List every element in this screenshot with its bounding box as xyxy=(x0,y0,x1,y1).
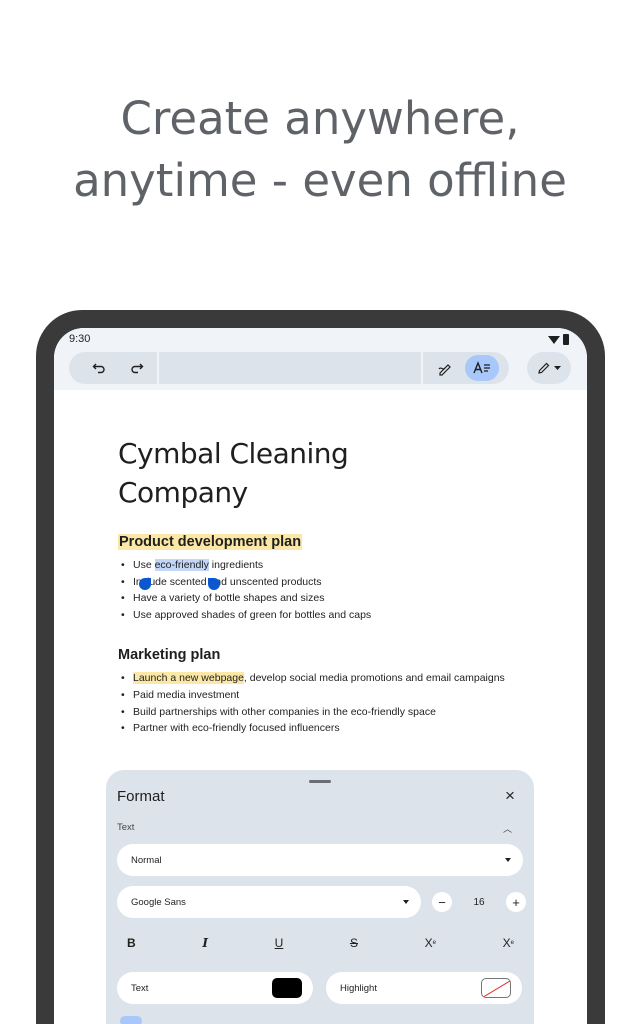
text-style-buttons: B I U S Xe Xe xyxy=(117,934,523,952)
font-family-dropdown[interactable]: Google Sans xyxy=(117,886,421,918)
undo-redo-group xyxy=(69,352,159,384)
toolbar-empty-area xyxy=(159,352,423,384)
highlight-color-button[interactable]: Highlight xyxy=(326,972,522,1004)
chevron-down-icon xyxy=(554,365,561,370)
list-item: Launch a new webpage, develop social med… xyxy=(118,670,587,687)
superscript-glyph: X xyxy=(424,936,433,950)
list-item-text: Use xyxy=(133,559,155,571)
selection-handle-start[interactable] xyxy=(139,578,151,590)
tablet-screen: 9:30 Cymbal Cleaning Company Product dev… xyxy=(54,328,587,1024)
paragraph-style-value: Normal xyxy=(131,854,162,866)
subscript-glyph: X xyxy=(502,936,511,950)
list-item: Paid media investment xyxy=(118,687,587,704)
decrease-font-size-button[interactable]: − xyxy=(432,892,452,912)
status-icons xyxy=(548,334,569,345)
toolbar-right-group xyxy=(423,352,509,384)
italic-button[interactable]: I xyxy=(202,934,208,952)
bold-button[interactable]: B xyxy=(127,934,136,952)
subscript-mark: e xyxy=(510,940,514,946)
dropdown-caret-icon xyxy=(505,858,511,862)
text-color-swatch xyxy=(272,978,302,998)
headline-line-2: anytime - even offline xyxy=(73,154,567,207)
drag-handle[interactable] xyxy=(309,780,331,783)
subscript-button[interactable]: Xe xyxy=(503,934,514,952)
text-section-label: Text xyxy=(117,822,135,833)
increase-font-size-button[interactable]: + xyxy=(506,892,526,912)
list-item: Use eco-friendly ingredients xyxy=(118,557,587,574)
battery-icon xyxy=(563,334,569,345)
close-icon[interactable]: × xyxy=(500,786,520,806)
product-list: Use eco-friendly ingredients Include sce… xyxy=(118,557,587,623)
undo-icon[interactable] xyxy=(87,356,111,380)
list-item: Use approved shades of green for bottles… xyxy=(118,607,587,624)
underline-button[interactable]: U xyxy=(275,934,284,952)
list-item-text: , develop social media promotions and em… xyxy=(243,672,505,685)
status-time: 9:30 xyxy=(69,333,91,345)
paragraph-style-dropdown[interactable]: Normal xyxy=(117,844,523,876)
document-body[interactable]: Cymbal Cleaning Company Product developm… xyxy=(54,390,587,737)
list-item: Have a variety of bottle shapes and size… xyxy=(118,590,587,607)
highlight-label: Highlight xyxy=(340,982,377,994)
font-size-stepper: − 16 + xyxy=(432,892,526,912)
selection-handle-end[interactable] xyxy=(208,578,220,590)
superscript-mark: e xyxy=(432,940,436,946)
wifi-icon xyxy=(548,335,560,344)
selected-text[interactable]: eco-friendly xyxy=(154,559,209,571)
text-color-label: Text xyxy=(131,982,149,994)
editor-toolbar xyxy=(54,350,587,390)
promo-headline: Create anywhere, anytime - even offline xyxy=(0,88,640,212)
list-item: Include scented and unscented products xyxy=(118,574,587,591)
heading-marketing-plan: Marketing plan xyxy=(118,647,221,664)
chevron-up-icon[interactable]: ︿ xyxy=(503,822,512,835)
edit-mode-button[interactable] xyxy=(527,352,571,384)
list-item-text: ingredients xyxy=(208,559,264,571)
headline-line-1: Create anywhere, xyxy=(120,92,520,145)
pencil-icon xyxy=(538,362,550,374)
document-title: Cymbal Cleaning Company xyxy=(118,434,587,512)
draw-icon[interactable] xyxy=(433,356,457,380)
redo-icon[interactable] xyxy=(125,356,149,380)
list-item: Partner with eco-friendly focused influe… xyxy=(118,720,587,737)
dropdown-caret-icon xyxy=(403,900,409,904)
format-panel-title: Format xyxy=(117,788,165,805)
toolbar-main-group xyxy=(69,352,509,384)
no-highlight-swatch xyxy=(481,978,511,998)
text-color-button[interactable]: Text xyxy=(117,972,313,1004)
font-size-value[interactable]: 16 xyxy=(452,897,506,908)
text-format-icon[interactable] xyxy=(465,355,499,381)
highlighted-text: Launch a new webpage xyxy=(133,672,244,685)
heading-product-development: Product development plan xyxy=(118,534,303,550)
marketing-list: Launch a new webpage, develop social med… xyxy=(118,670,587,736)
font-family-value: Google Sans xyxy=(131,896,186,908)
strikethrough-button[interactable]: S xyxy=(350,934,358,952)
superscript-button[interactable]: Xe xyxy=(425,934,436,952)
title-line-1: Cymbal Cleaning xyxy=(118,437,349,470)
list-item: Build partnerships with other companies … xyxy=(118,704,587,721)
title-line-2: Company xyxy=(118,476,248,509)
format-panel: Format × Text ︿ Normal Google Sans − 16 … xyxy=(106,770,534,1024)
next-row-chip[interactable] xyxy=(120,1016,142,1024)
status-bar: 9:30 xyxy=(54,328,587,350)
